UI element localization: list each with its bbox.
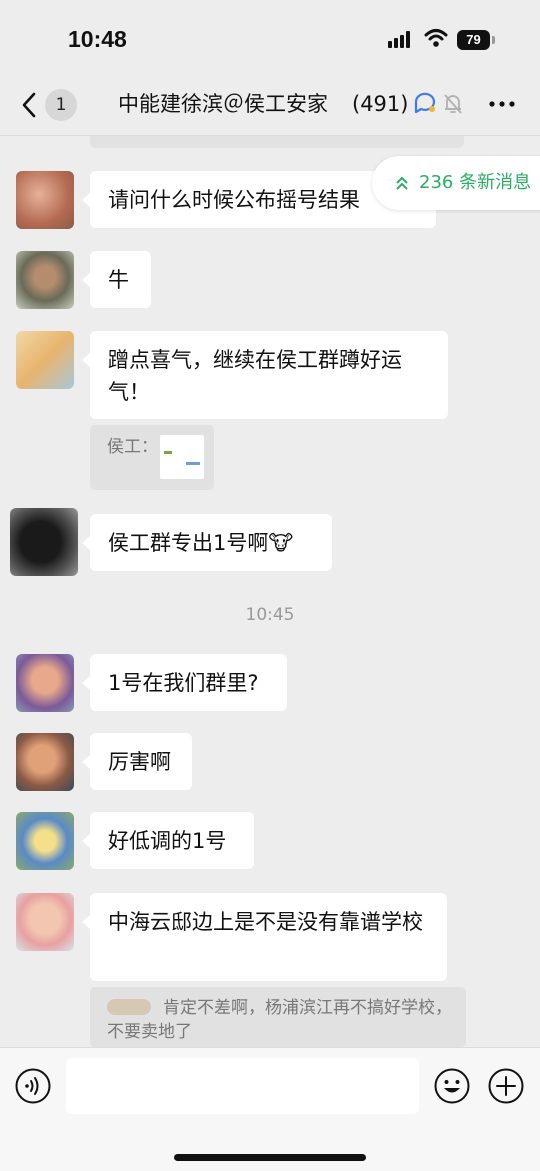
voice-input-icon[interactable] xyxy=(15,1068,51,1104)
battery-icon: 79 xyxy=(457,30,495,50)
new-messages-button[interactable]: 236 条新消息 xyxy=(372,156,540,210)
avatar[interactable] xyxy=(16,331,74,389)
chat-search-icon[interactable] xyxy=(412,91,438,117)
avatar[interactable] xyxy=(16,654,74,712)
quoted-message[interactable]: 侯工： xyxy=(90,425,214,490)
battery-level: 79 xyxy=(457,30,490,50)
new-messages-label: 236 条新消息 xyxy=(419,172,532,193)
wifi-icon xyxy=(424,29,448,47)
avatar[interactable] xyxy=(16,893,74,951)
avatar[interactable] xyxy=(16,733,74,791)
message-bubble[interactable]: 牛 xyxy=(82,251,151,308)
message-bubble[interactable]: 好低调的1号 xyxy=(82,812,254,869)
message-bubble[interactable]: 中海云邸边上是不是没有靠谱学校 xyxy=(82,893,447,981)
cellular-signal-icon xyxy=(388,30,414,48)
avatar[interactable] xyxy=(16,171,74,229)
message-bubble[interactable]: 厉害啊 xyxy=(82,733,192,790)
status-time: 10:48 xyxy=(68,26,127,52)
message-input[interactable] xyxy=(66,1058,419,1114)
quote-image-thumbnail xyxy=(160,435,204,479)
home-indicator xyxy=(174,1154,366,1161)
quote-text: 肯定不差啊，杨浦滨江再不搞好学校，不要卖地了 xyxy=(107,998,452,1042)
double-chevron-up-icon xyxy=(396,176,408,190)
status-bar: 10:48 79 xyxy=(0,0,540,80)
back-icon[interactable] xyxy=(18,90,42,120)
chat-title: 中能建徐滨＠侯工安家 xyxy=(118,92,328,116)
unread-badge[interactable]: 1 xyxy=(45,89,77,121)
message-bubble[interactable]: 蹭点喜气，继续在侯工群蹲好运气！ xyxy=(82,331,448,419)
mute-bell-icon xyxy=(444,94,462,114)
emoji-icon[interactable] xyxy=(434,1068,470,1104)
message-bubble[interactable]: 侯工群专出1号啊🐮 xyxy=(82,514,332,571)
chat-header: 1 中能建徐滨＠侯工安家 (491) xyxy=(0,80,540,136)
message-timestamp: 10:45 xyxy=(245,605,295,625)
avatar[interactable] xyxy=(10,508,78,576)
more-icon[interactable] xyxy=(488,100,516,108)
more-functions-icon[interactable] xyxy=(488,1068,524,1104)
avatar[interactable] xyxy=(16,251,74,309)
member-count: (491) xyxy=(352,92,409,116)
quoted-message[interactable]: 肯定不差啊，杨浦滨江再不搞好学校，不要卖地了 xyxy=(90,987,466,1047)
previous-message-edge xyxy=(90,136,464,148)
input-bar xyxy=(0,1047,540,1171)
quote-author: 侯工： xyxy=(107,437,158,457)
message-bubble[interactable]: 1号在我们群里? xyxy=(82,654,287,711)
avatar[interactable] xyxy=(16,812,74,870)
